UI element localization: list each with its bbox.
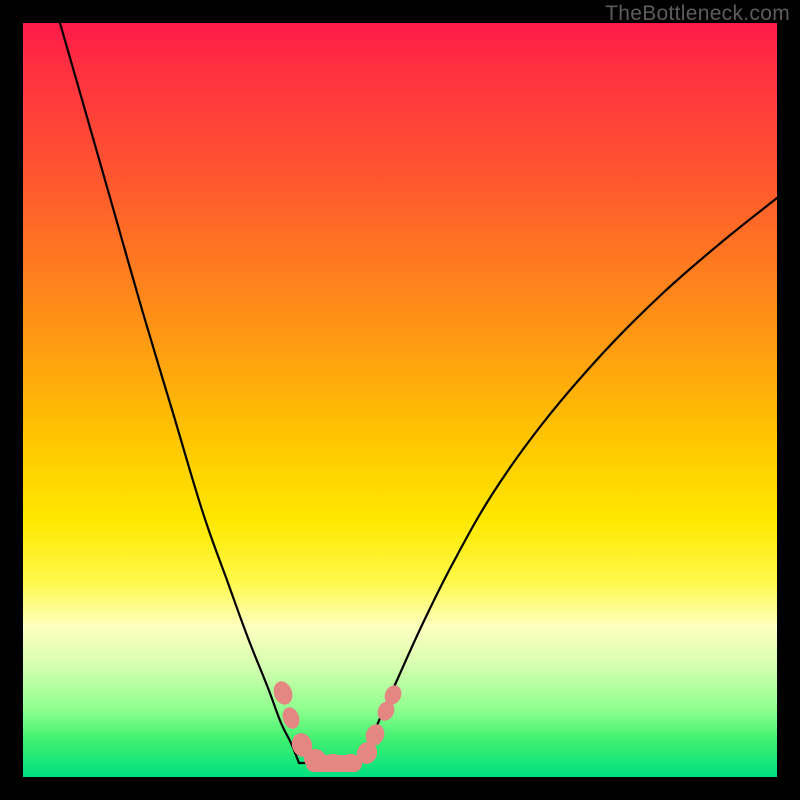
watermark-text: TheBottleneck.com [605, 2, 790, 26]
curve-left-branch [60, 23, 299, 763]
plot-area [23, 23, 777, 777]
curve-right-branch [363, 198, 777, 761]
curve-svg [23, 23, 777, 777]
chart-frame: TheBottleneck.com [0, 0, 800, 800]
